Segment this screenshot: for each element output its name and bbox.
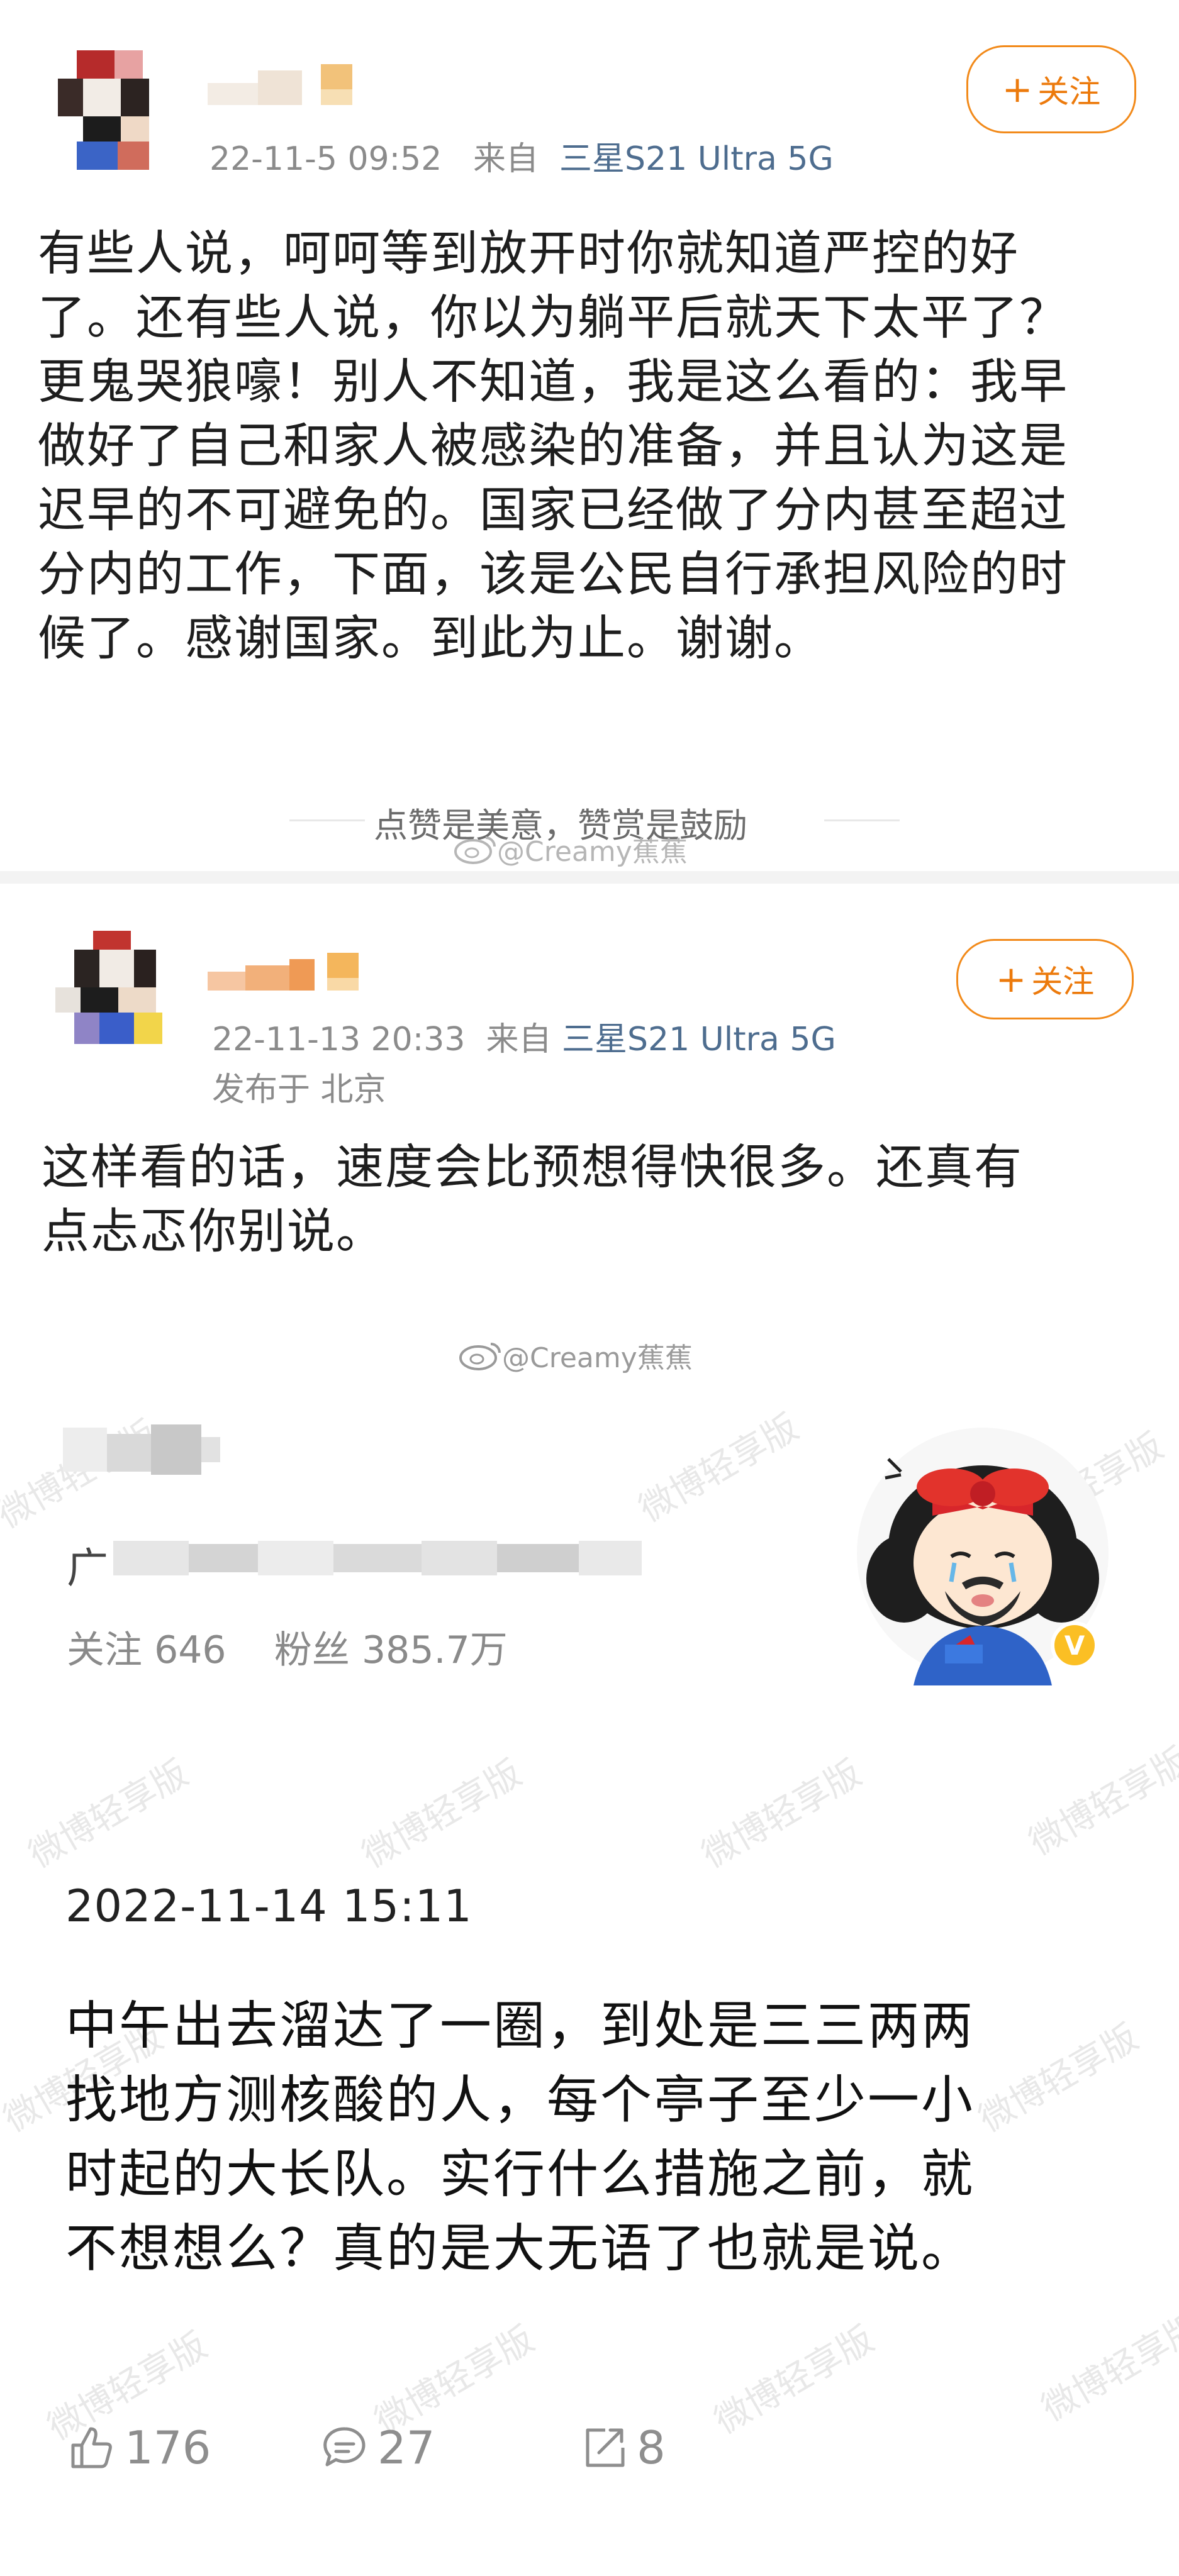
post-1-card: 22-11-5 09:52 来自 三星S21 Ultra 5G + 关注 有些人… [0, 0, 1179, 871]
like-button[interactable]: 176 [68, 2421, 211, 2474]
post-line: 了。还有些人说，你以为躺平后就天下太平了？ [38, 289, 1068, 345]
post-line: 有些人说，呵呵等到放开时你就知道严控的好 [38, 225, 1019, 281]
image-watermark: @Creamy蕉蕉 [453, 829, 688, 869]
post-line: 迟早的不可避免的。国家已经做了分内甚至超过 [38, 482, 1068, 538]
profile-avatar[interactable]: V [851, 1421, 1115, 1685]
post-line: 时起的大长队。实行什么措施之前，就 [65, 2145, 975, 2204]
verified-badge-icon: V [1051, 1621, 1098, 1669]
weibo-lite-watermark: 微博轻享版 [632, 1406, 805, 1530]
fans-count[interactable]: 385.7万 [362, 1628, 508, 1672]
plus-icon: + [1002, 68, 1033, 111]
weibo-lite-watermark: 微博轻享版 [708, 2318, 881, 2442]
plus-icon: + [995, 958, 1027, 1001]
post-timestamp: 22-11-5 09:52 [210, 140, 442, 178]
post-meta: 22-11-5 09:52 来自 三星S21 Ultra 5G [210, 132, 834, 179]
avatar[interactable] [55, 931, 169, 1053]
post-line: 不想想么？真的是大无语了也就是说。 [65, 2219, 975, 2279]
profile-name-blurred[interactable] [63, 1421, 226, 1491]
weibo-lite-watermark: 微博轻享版 [695, 1752, 868, 1876]
watermark-text: @Creamy蕉蕉 [497, 836, 688, 868]
verified-mark: V [1064, 1629, 1085, 1661]
post-timestamp: 22-11-13 20:33 [212, 1021, 466, 1058]
weibo-lite-watermark: 微博轻享版 [1022, 1740, 1179, 1863]
profile-location: 广 [67, 1535, 108, 1595]
post-line: 候了。感谢国家。到此为止。谢谢。 [38, 610, 823, 666]
post-body: 中午出去溜达了一圈，到处是三三两两 找地方测核酸的人，每个亭子至少一小 时起的大… [65, 1989, 1148, 2286]
device-link[interactable]: 三星S21 Ultra 5G [562, 1021, 836, 1058]
post-timestamp: 2022-11-14 15:11 [65, 1880, 472, 1932]
post-body: 有些人说，呵呵等到放开时你就知道严控的好 了。还有些人说，你以为躺平后就天下太平… [38, 221, 1158, 670]
source-prefix: 来自 [472, 140, 539, 178]
weibo-lite-watermark: 微博轻享版 [1035, 2306, 1179, 2429]
post-line: 点忐忑你别说。 [42, 1203, 385, 1259]
card-separator [0, 871, 1179, 884]
post-line: 这样看的话，速度会比预想得快很多。还真有 [42, 1139, 1023, 1195]
post-location: 发布于 北京 [212, 1071, 386, 1109]
source-prefix: 来自 [486, 1021, 552, 1058]
post-line: 更鬼哭狼嚎！别人不知道，我是这么看的：我早 [38, 353, 1068, 409]
post-meta: 22-11-13 20:33 来自 三星S21 Ultra 5G [212, 1013, 836, 1060]
profile-bio-blurred [113, 1538, 648, 1582]
device-link[interactable]: 三星S21 Ultra 5G [559, 140, 834, 178]
like-count: 176 [125, 2421, 211, 2474]
repost-count: 8 [637, 2421, 666, 2474]
following-label[interactable]: 关注 [67, 1628, 142, 1672]
weibo-logo-icon [454, 836, 496, 864]
like-icon [71, 2427, 112, 2468]
username-blurred[interactable] [208, 947, 371, 997]
weibo-lite-watermark: 微博轻享版 [22, 1752, 195, 1876]
comment-count: 27 [377, 2421, 435, 2474]
post-line: 做好了自己和家人被感染的准备，并且认为这是 [38, 418, 1068, 474]
follow-label: 关注 [1031, 963, 1095, 1000]
repost-button[interactable]: 8 [580, 2421, 666, 2474]
post-line: 分内的工作，下面，该是公民自行承担风险的时 [38, 546, 1068, 602]
username-blurred[interactable] [208, 58, 359, 108]
avatar[interactable] [58, 50, 171, 176]
weibo-lite-watermark: 微博轻享版 [355, 1752, 528, 1876]
following-count[interactable]: 646 [154, 1628, 226, 1672]
post-2-card: 22-11-13 20:33 来自 三星S21 Ultra 5G 发布于 北京 … [0, 884, 1179, 1396]
weibo-logo-icon [459, 1343, 501, 1370]
comment-button[interactable]: 27 [321, 2421, 435, 2474]
post-line: 中午出去溜达了一圈，到处是三三两两 [65, 1996, 975, 2056]
repost-icon [586, 2428, 625, 2467]
fans-label[interactable]: 粉丝 [274, 1628, 350, 1672]
follow-button[interactable]: + 关注 [966, 45, 1136, 133]
post-body: 这样看的话，速度会比预想得快很多。还真有 点忐忑你别说。 [42, 1135, 1161, 1263]
profile-stats: 关注 646 粉丝 385.7万 [67, 1619, 508, 1674]
watermark-text: @Creamy蕉蕉 [502, 1342, 693, 1374]
location-prefix: 广 [67, 1544, 108, 1592]
post-line: 找地方测核酸的人，每个亭子至少一小 [65, 2070, 975, 2130]
follow-button[interactable]: + 关注 [956, 939, 1134, 1019]
reward-divider-left [289, 819, 365, 821]
comment-icon [323, 2427, 366, 2467]
follow-label: 关注 [1037, 74, 1101, 110]
reward-divider-right [824, 819, 900, 821]
post-3-card: 微博轻享版 微博轻享版 微博轻享版 微博轻享版 微博轻享版 微博轻享版 微博轻享… [0, 1396, 1179, 2576]
image-watermark: @Creamy蕉蕉 [458, 1335, 693, 1375]
